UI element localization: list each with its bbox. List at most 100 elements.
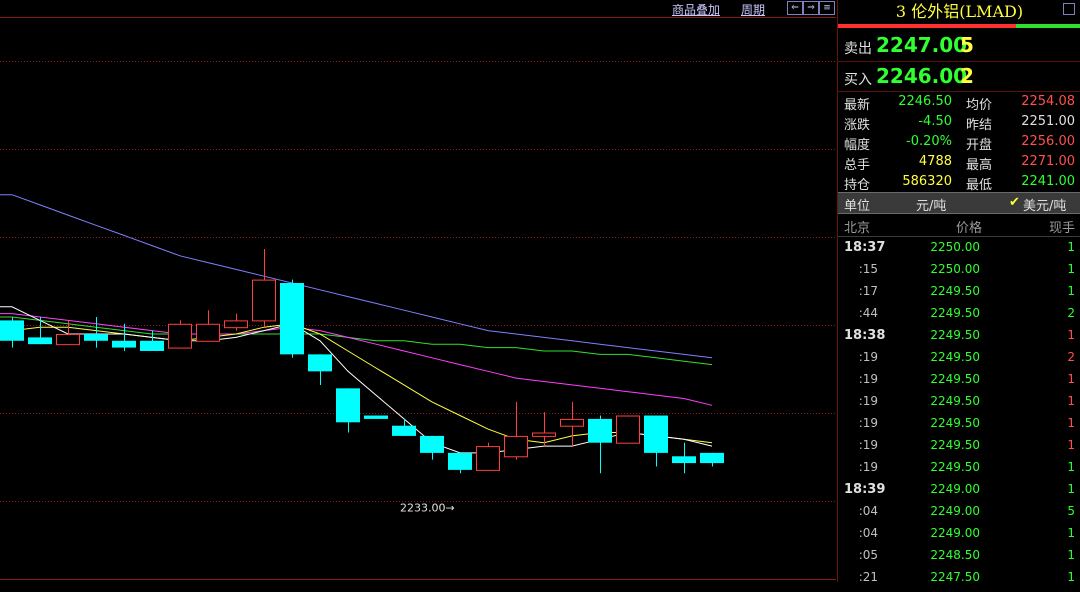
buy-sell-ratio-bar-red	[838, 24, 1016, 28]
candle-body	[532, 432, 556, 437]
candle-body	[308, 354, 332, 372]
quote-panel: 3 伦外铝(LMAD) 卖出 2247.00 5 买入 2246.00 2 最新…	[837, 0, 1080, 584]
stat-value: 586320	[902, 174, 952, 189]
tick-time: :19	[858, 416, 878, 430]
candle-body	[0, 320, 24, 341]
tick-time: :19	[858, 438, 878, 452]
candle-body	[504, 435, 528, 458]
sell-label: 卖出	[844, 41, 872, 57]
tick-volume: 2	[1067, 350, 1075, 364]
nav-left-icon[interactable]: ⇐	[787, 1, 803, 15]
instrument-title-text: 3 伦外铝(LMAD)	[895, 2, 1024, 21]
tick-row: :04 2249.00 1	[838, 526, 1080, 548]
tick-time: :04	[858, 504, 878, 518]
stat-value: 2246.50	[898, 94, 952, 109]
tick-time: :15	[858, 262, 878, 276]
candle-body	[672, 456, 696, 464]
candle-body	[140, 340, 164, 351]
tick-volume: 1	[1067, 548, 1075, 562]
nav-menu-icon[interactable]: ≡	[819, 1, 835, 15]
tick-price: 2249.00	[930, 504, 980, 518]
candle-body	[560, 418, 584, 427]
tick-price: 2250.00	[930, 240, 980, 254]
stat-label: 持仓	[844, 178, 871, 193]
tick-row: :19 2249.50 1	[838, 438, 1080, 460]
tick-time: :19	[858, 394, 878, 408]
tick-price: 2250.00	[930, 262, 980, 276]
unit-label: 单位	[844, 199, 871, 214]
candle-body	[196, 323, 220, 342]
tick-time: :19	[858, 372, 878, 386]
tick-row: :05 2248.50 1	[838, 548, 1080, 570]
candle-body	[252, 279, 276, 322]
tick-volume: 1	[1067, 240, 1075, 254]
unit-usd-option[interactable]: 美元/吨	[1023, 195, 1066, 214]
tick-row: :17 2249.50 1	[838, 284, 1080, 306]
candle-body	[112, 340, 136, 348]
tick-row: :19 2249.50 1	[838, 372, 1080, 394]
candle-body	[28, 337, 52, 345]
candle-body	[168, 323, 192, 349]
tick-row: :44 2249.50 2	[838, 306, 1080, 328]
stat-label: 开盘	[966, 138, 993, 153]
candle-body	[84, 333, 108, 341]
tick-row: :21 2247.50 1	[838, 570, 1080, 592]
stat-label: 幅度	[844, 138, 871, 153]
tick-price: 2249.50	[930, 350, 980, 364]
candle-body	[588, 418, 612, 443]
candle-body	[336, 388, 360, 423]
stat-label: 最低	[966, 178, 993, 193]
candle-body	[392, 425, 416, 436]
kline-chart[interactable]: 2233.00→ 商品叠加 周期 ⇐ ⇒ ≡	[0, 0, 836, 582]
tick-volume: 1	[1067, 438, 1075, 452]
tick-time: :17	[858, 284, 878, 298]
stat-label: 涨跌	[844, 118, 871, 133]
tick-price: 2249.50	[930, 372, 980, 386]
candle-body	[616, 415, 640, 444]
tick-price: 2249.50	[930, 394, 980, 408]
tick-time: :19	[858, 460, 878, 474]
window-restore-icon[interactable]	[1063, 3, 1075, 15]
stat-label: 均价	[966, 98, 993, 113]
unit-selector[interactable]: 单位 元/吨 ✔ 美元/吨	[838, 192, 1080, 214]
stat-value: 2241.00	[1021, 174, 1075, 189]
tick-volume: 1	[1067, 262, 1075, 276]
period-link[interactable]: 周期	[741, 1, 765, 18]
tick-volume: 1	[1067, 482, 1075, 496]
nav-right-icon[interactable]: ⇒	[803, 1, 819, 15]
tick-time: 18:38	[844, 328, 886, 343]
tick-row: :15 2250.00 1	[838, 262, 1080, 284]
stat-label: 昨结	[966, 118, 993, 133]
ticks-header-price: 价格	[956, 221, 983, 236]
ma-line-4	[0, 316, 713, 366]
stat-value: 2251.00	[1021, 114, 1075, 129]
candle-body	[56, 333, 80, 346]
sell-quote: 卖出 2247.00 5	[838, 31, 1080, 61]
stat-label: 最新	[844, 98, 871, 113]
tick-time: :05	[858, 548, 878, 562]
tick-volume: 1	[1067, 460, 1075, 474]
divider	[838, 91, 1080, 92]
divider	[838, 236, 1080, 237]
tick-price: 2249.00	[930, 526, 980, 540]
instrument-title: 3 伦外铝(LMAD)	[838, 0, 1080, 24]
stat-value: 2254.08	[1021, 94, 1075, 109]
ticks-header-volume: 现手	[1048, 221, 1075, 236]
buy-volume: 2	[960, 64, 974, 88]
tick-row: :04 2249.00 5	[838, 504, 1080, 526]
stat-value: -4.50	[918, 114, 952, 129]
tick-price: 2249.50	[930, 416, 980, 430]
tick-time: 18:37	[844, 240, 886, 255]
low-price-label: 2233.00→	[400, 501, 455, 514]
tick-price: 2249.00	[930, 482, 980, 496]
candle-body	[448, 452, 472, 470]
candle-body	[420, 435, 444, 453]
candle-body	[644, 415, 668, 453]
tick-volume: 1	[1067, 526, 1075, 540]
tick-volume: 1	[1067, 372, 1075, 386]
tick-row: 18:38 2249.50 1	[838, 328, 1080, 350]
overlay-products-link[interactable]: 商品叠加	[672, 1, 720, 18]
candle-body	[280, 283, 304, 355]
unit-cny-option[interactable]: 元/吨	[916, 195, 946, 214]
sell-volume: 5	[960, 33, 974, 57]
